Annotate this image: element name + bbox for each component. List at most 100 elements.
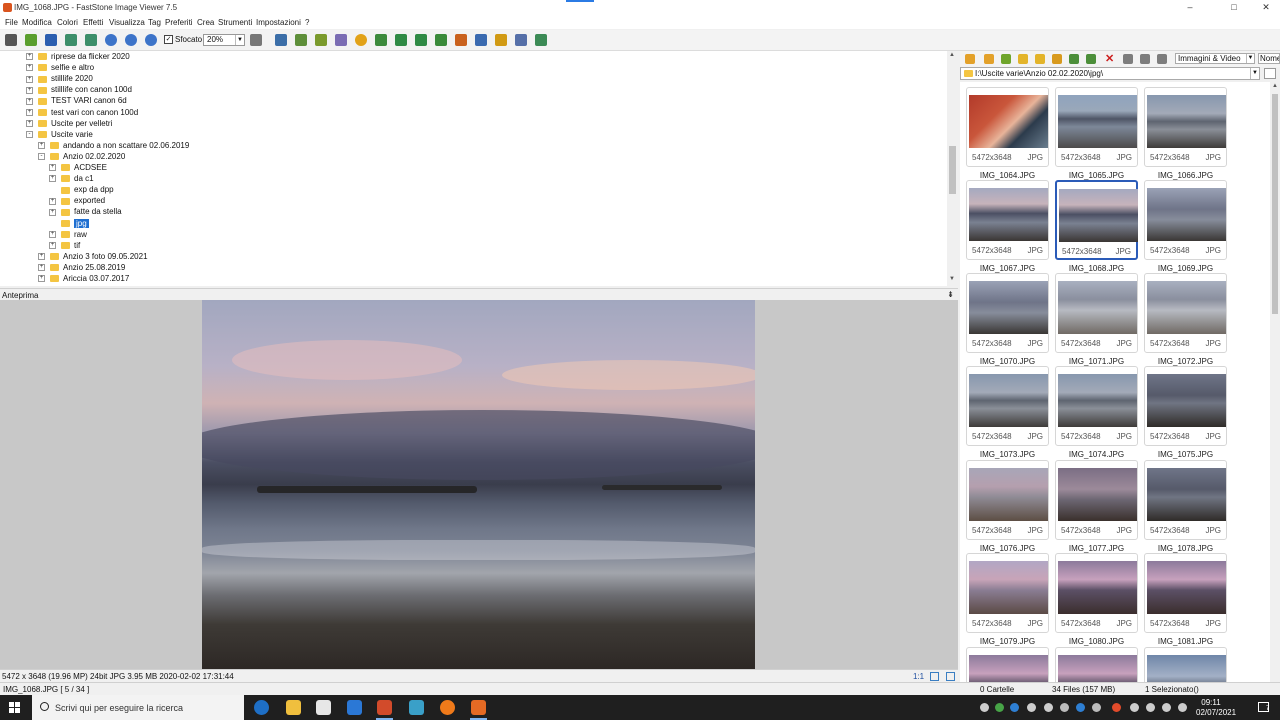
tree-item[interactable]: + andando a non scattare 02.06.2019 [38,141,189,152]
forward-icon[interactable] [984,54,994,64]
resize-icon[interactable] [275,34,287,46]
file-explorer-icon[interactable] [286,700,301,715]
maximize-button[interactable]: □ [1216,0,1252,16]
store-icon[interactable] [316,700,331,715]
fit-icon[interactable] [930,672,939,681]
actual-size-button[interactable]: 1:1 [913,672,924,681]
crop-icon[interactable] [295,34,307,46]
browse-path-button[interactable] [1264,68,1276,79]
tree-item[interactable]: + tif [49,241,80,252]
scroll-up-icon[interactable]: ▲ [1272,83,1278,89]
hand-tool-icon[interactable] [250,34,262,46]
thumbnail-filename[interactable]: IMG_1079.JPG [966,637,1049,646]
app-icon-blue[interactable] [409,700,424,715]
thumbnail[interactable]: 5472x3648 JPG [1055,553,1138,633]
menu-tag[interactable]: Tag [148,18,161,27]
thumbnail[interactable]: 5472x3648 JPG [1055,460,1138,540]
thumbnail-filename[interactable]: IMG_1065.JPG [1055,171,1138,180]
menu-colori[interactable]: Colori [57,18,78,27]
preview-image[interactable] [202,300,755,669]
clock[interactable]: 09:11 02/07/2021 [1196,698,1236,718]
thumbnail[interactable]: 5472x3648 JPG [1144,273,1227,353]
slideshow-icon[interactable] [455,34,467,46]
tree-scrollbar[interactable]: ▲ ▼ [947,51,958,286]
zoom-select[interactable]: 20% ▼ [203,34,245,46]
thumbnail[interactable] [1144,647,1227,682]
tree-item[interactable]: + selfie e altro [26,63,94,74]
thumbnail[interactable]: 5472x3648 JPG [966,273,1049,353]
tree-item[interactable]: - Anzio 02.02.2020 [38,152,125,163]
scroll-down-icon[interactable]: ▼ [949,276,955,282]
delete-icon[interactable]: ✕ [1105,52,1114,65]
tray-icon[interactable] [1092,703,1101,712]
thumbnail-filename[interactable]: IMG_1080.JPG [1055,637,1138,646]
move-to-icon[interactable] [1086,54,1096,64]
refresh-icon[interactable] [1052,54,1062,64]
tree-item[interactable]: + Anzio 25.08.2019 [38,263,125,274]
tree-item[interactable]: + Ariccia 03.07.2017 [38,274,129,285]
tree-item[interactable]: + riprese da flicker 2020 [26,52,130,63]
menu-modifica[interactable]: Modifica [22,18,52,27]
thumbnail[interactable]: 5472x3648 JPG [1144,366,1227,446]
app-icon-red[interactable] [377,700,392,715]
menu-effetti[interactable]: Effetti [83,18,103,27]
expand-icon[interactable]: + [49,242,56,250]
menu-strumenti[interactable]: Strumenti [218,18,252,27]
menu-help[interactable]: ? [305,18,309,27]
minimize-button[interactable]: – [1172,0,1208,16]
menu-impostazioni[interactable]: Impostazioni [256,18,301,27]
details-icon[interactable] [1140,54,1150,64]
path-field[interactable]: I:\Uscite varie\Anzio 02.02.2020\jpg\ ▼ [960,67,1260,80]
expand-icon[interactable]: + [26,97,33,105]
collapse-icon[interactable]: - [26,131,33,139]
thumbnail[interactable]: 5472x3648 JPG [1055,366,1138,446]
thumbnail-filename[interactable]: IMG_1074.JPG [1055,450,1138,459]
tree-item[interactable]: jpg [49,218,89,230]
thumbnail[interactable]: 5472x3648 JPG [966,366,1049,446]
thumbnail[interactable]: 5472x3648 JPG [1055,180,1138,260]
email-icon[interactable] [495,34,507,46]
tree-item[interactable]: + fatte da stella [49,207,122,218]
thumbnail-filename[interactable]: IMG_1081.JPG [1144,637,1227,646]
zoom-out-icon[interactable] [125,34,137,46]
pin-icon[interactable]: ⇟ [947,290,954,299]
thumbnail-filename[interactable]: IMG_1072.JPG [1144,357,1227,366]
tray-icon[interactable] [1010,703,1019,712]
language-icon[interactable] [1178,703,1187,712]
back-icon[interactable] [965,54,975,64]
thumbnail[interactable] [1055,647,1138,682]
faststone-icon[interactable] [471,700,486,715]
fit-window-icon[interactable] [145,34,157,46]
menu-visualizza[interactable]: Visualizza [109,18,145,27]
new-folder-icon[interactable] [1035,54,1045,64]
tree-item[interactable]: exp da dpp [49,185,114,196]
open-folder-icon[interactable] [25,34,37,46]
save-icon[interactable] [45,34,57,46]
settings-icon[interactable] [535,34,547,46]
tray-icon[interactable] [980,703,989,712]
expand-icon[interactable]: + [38,142,45,150]
thumbnail[interactable]: 5472x3648 JPG [1144,460,1227,540]
browse-icon[interactable] [85,34,97,46]
expand-icon[interactable]: + [26,86,33,94]
tray-icon[interactable] [995,703,1004,712]
zoom-in-icon[interactable] [105,34,117,46]
expand-icon[interactable]: + [26,119,33,127]
network-icon[interactable] [1146,703,1155,712]
tree-item[interactable]: + raw [49,230,87,241]
expand-icon[interactable]: + [26,75,33,83]
thumbnail-filename[interactable]: IMG_1067.JPG [966,264,1049,273]
scroll-up-icon[interactable]: ▲ [949,52,955,58]
thumbnail-filename[interactable]: IMG_1078.JPG [1144,544,1227,553]
thumbnail-filename[interactable]: IMG_1069.JPG [1144,264,1227,273]
open-icon[interactable] [65,34,77,46]
list-icon[interactable] [1157,54,1167,64]
tree-item[interactable]: + Anzio 3 foto 09.05.2021 [38,252,148,263]
menu-crea[interactable]: Crea [197,18,214,27]
volume-icon[interactable] [1162,703,1171,712]
acquire-icon[interactable] [5,34,17,46]
thumbnail[interactable]: 5472x3648 JPG [1055,87,1138,167]
tray-icon[interactable] [1130,703,1139,712]
thumbnail[interactable]: 5472x3648 JPG [1055,273,1138,353]
tray-icon[interactable] [1044,703,1053,712]
